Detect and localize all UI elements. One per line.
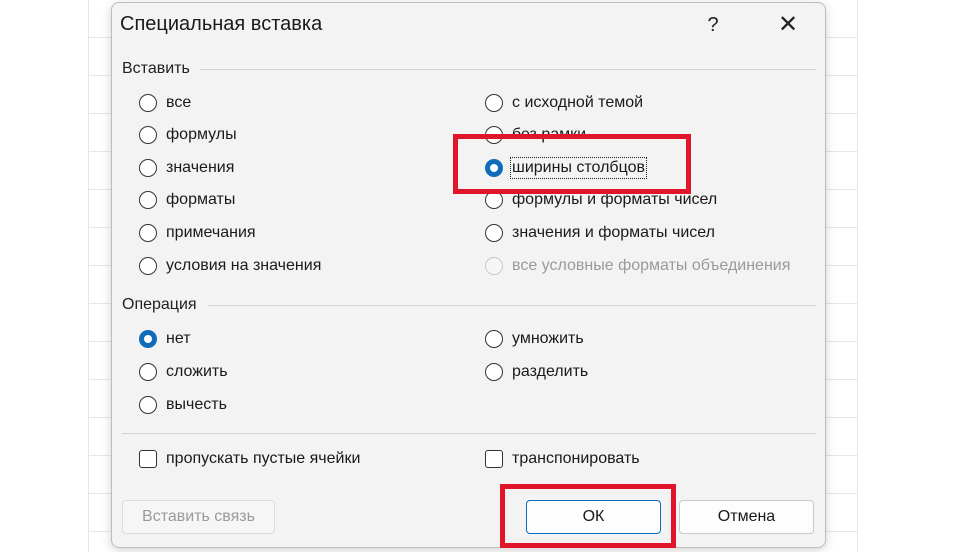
skip-blanks-checkbox[interactable]: пропускать пустые ячейки bbox=[139, 446, 360, 472]
radio-button-selected[interactable] bbox=[485, 159, 503, 177]
radio-button[interactable] bbox=[485, 126, 503, 144]
paste-option-validation[interactable]: условия на значения bbox=[139, 253, 321, 279]
radio-button[interactable] bbox=[485, 330, 503, 348]
radio-button-disabled bbox=[485, 257, 503, 275]
radio-button[interactable] bbox=[139, 126, 157, 144]
radio-button[interactable] bbox=[139, 257, 157, 275]
radio-button[interactable] bbox=[139, 396, 157, 414]
help-button[interactable]: ? bbox=[696, 9, 730, 41]
paste-link-button: Вставить связь bbox=[122, 500, 275, 534]
operation-option-multiply[interactable]: умножить bbox=[485, 326, 584, 352]
paste-option-no-borders[interactable]: без рамки bbox=[485, 122, 586, 148]
paste-option-source-theme[interactable]: с исходной темой bbox=[485, 90, 643, 116]
checkbox[interactable] bbox=[485, 450, 503, 468]
paste-option-column-widths[interactable]: ширины столбцов bbox=[485, 155, 647, 181]
radio-button[interactable] bbox=[139, 94, 157, 112]
group-divider bbox=[208, 305, 816, 306]
operation-group-label: Операция bbox=[122, 296, 197, 313]
group-divider bbox=[200, 69, 816, 70]
operation-option-subtract[interactable]: вычесть bbox=[139, 392, 227, 418]
paste-option-formats[interactable]: форматы bbox=[139, 187, 235, 213]
operation-option-add[interactable]: сложить bbox=[139, 359, 228, 385]
radio-button[interactable] bbox=[485, 224, 503, 242]
radio-button[interactable] bbox=[139, 363, 157, 381]
grid-column-line bbox=[88, 0, 89, 552]
paste-option-values-number-formats[interactable]: значения и форматы чисел bbox=[485, 220, 715, 246]
grid-column-line bbox=[857, 0, 858, 552]
operation-option-divide[interactable]: разделить bbox=[485, 359, 588, 385]
radio-button[interactable] bbox=[139, 191, 157, 209]
group-divider bbox=[122, 433, 816, 434]
paste-option-values[interactable]: значения bbox=[139, 155, 234, 181]
checkbox[interactable] bbox=[139, 450, 157, 468]
radio-button-selected[interactable] bbox=[139, 330, 157, 348]
close-button[interactable]: ✕ bbox=[768, 9, 808, 41]
radio-button[interactable] bbox=[485, 191, 503, 209]
cancel-button[interactable]: Отмена bbox=[679, 500, 814, 534]
radio-button[interactable] bbox=[139, 224, 157, 242]
radio-button[interactable] bbox=[485, 94, 503, 112]
paste-option-all[interactable]: все bbox=[139, 90, 191, 116]
paste-option-comments[interactable]: примечания bbox=[139, 220, 256, 246]
dialog-title: Специальная вставка bbox=[120, 13, 323, 35]
transpose-checkbox[interactable]: транспонировать bbox=[485, 446, 640, 472]
paste-option-merge-conditional-formats: все условные форматы объединения bbox=[485, 253, 790, 279]
paste-group-label: Вставить bbox=[122, 60, 190, 77]
radio-button[interactable] bbox=[485, 363, 503, 381]
ok-button[interactable]: ОК bbox=[526, 500, 661, 534]
paste-special-dialog: Специальная вставка ? ✕ Вставить все фор… bbox=[111, 2, 826, 548]
operation-option-none[interactable]: нет bbox=[139, 326, 191, 352]
paste-option-formulas-number-formats[interactable]: формулы и форматы чисел bbox=[485, 187, 717, 213]
paste-option-formulas[interactable]: формулы bbox=[139, 122, 237, 148]
radio-button[interactable] bbox=[139, 159, 157, 177]
